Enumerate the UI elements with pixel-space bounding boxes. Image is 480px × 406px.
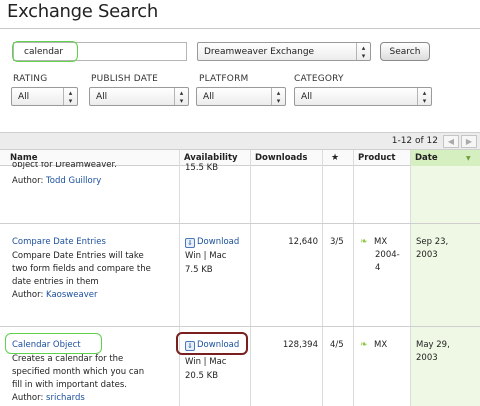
product-cell: ❧ MX bbox=[360, 236, 387, 249]
column-product[interactable]: Product bbox=[358, 151, 396, 165]
description-line: Compare Date Entries will take bbox=[12, 251, 144, 261]
product-line: 2004- bbox=[375, 250, 400, 260]
author-line: Author: Kaosweaver bbox=[12, 289, 97, 302]
results-bar: 1-12 of 12 ◀ ▶ bbox=[0, 132, 480, 150]
row-divider bbox=[0, 223, 480, 224]
platform-select-value: All bbox=[203, 92, 215, 102]
updown-arrow-icon: ▴ ▾ bbox=[174, 88, 188, 105]
download-highlight bbox=[176, 332, 248, 355]
description-line: Creates a calendar for the bbox=[12, 354, 124, 364]
author-label: Author: bbox=[12, 393, 44, 403]
product-line: 4 bbox=[375, 263, 381, 273]
column-downloads[interactable]: Downloads bbox=[255, 151, 307, 165]
file-size: 7.5 KB bbox=[185, 265, 213, 275]
search-input-highlight bbox=[12, 41, 78, 62]
author-line: Author: srichards bbox=[12, 392, 85, 405]
publish-date-select-value: All bbox=[96, 92, 108, 102]
page-title: Exchange Search bbox=[7, 1, 159, 22]
description-line: specified month which you can bbox=[12, 367, 145, 377]
downloads-count: 128,394 bbox=[282, 340, 318, 350]
product-cell: ❧ MX bbox=[360, 339, 387, 352]
description-line: fill in with important dates. bbox=[12, 380, 127, 390]
leaf-icon: ❧ bbox=[360, 340, 368, 350]
platform-select[interactable]: All ▴ ▾ bbox=[196, 87, 286, 106]
platform: Win | Mac bbox=[185, 251, 227, 261]
product-line: MX bbox=[374, 340, 388, 350]
updown-arrow-icon: ▴ ▾ bbox=[63, 88, 77, 105]
publish-date-select[interactable]: All ▴ ▾ bbox=[89, 87, 189, 106]
author-link[interactable]: Kaosweaver bbox=[46, 290, 97, 300]
column-divider bbox=[322, 150, 323, 406]
column-divider bbox=[250, 150, 251, 406]
search-button[interactable]: Search bbox=[380, 42, 430, 61]
download-label: Download bbox=[197, 237, 240, 247]
next-page-button[interactable]: ▶ bbox=[461, 135, 477, 148]
download-link[interactable]: ⇓ Download bbox=[185, 236, 239, 249]
date-line: 2003 bbox=[416, 353, 438, 363]
publish-date-label: PUBLISH DATE bbox=[91, 74, 159, 84]
date-line: Sep 23, bbox=[416, 237, 449, 247]
rating-select[interactable]: All ▴ ▾ bbox=[11, 87, 78, 106]
date-line: 2003 bbox=[416, 250, 438, 260]
title-divider bbox=[0, 28, 480, 29]
description-tail: object for Dreamweaver. bbox=[12, 162, 117, 169]
description-line: two form fields and compare the bbox=[12, 264, 151, 274]
downloads-count: 12,640 bbox=[288, 237, 318, 247]
rating-select-value: All bbox=[18, 92, 30, 102]
source-select-value: Dreamweaver Exchange bbox=[204, 47, 315, 57]
date-column-background bbox=[410, 150, 480, 406]
product-line: MX bbox=[374, 237, 388, 247]
description-line: date entries in them bbox=[12, 277, 99, 287]
rating-value: 4/5 bbox=[330, 340, 344, 350]
platform: Win | Mac bbox=[185, 357, 227, 367]
author-link[interactable]: Todd Guillory bbox=[46, 176, 101, 186]
item-name-link[interactable]: Compare Date Entries bbox=[12, 236, 106, 249]
rating-label: RATING bbox=[13, 74, 48, 84]
updown-arrow-icon: ▴ ▾ bbox=[417, 88, 431, 105]
date-line: May 29, bbox=[416, 340, 450, 350]
sort-descending-icon: ▼ bbox=[466, 155, 471, 162]
results-count: 1-12 of 12 bbox=[391, 136, 438, 146]
rating-value: 3/5 bbox=[330, 237, 344, 247]
leaf-icon: ❧ bbox=[360, 237, 368, 247]
column-divider bbox=[410, 150, 411, 406]
category-label: CATEGORY bbox=[294, 74, 344, 84]
prev-page-button[interactable]: ◀ bbox=[443, 135, 459, 148]
platform-label: PLATFORM bbox=[199, 74, 249, 84]
column-divider bbox=[353, 150, 354, 406]
author-line: Author: Todd Guillory bbox=[12, 175, 101, 188]
author-link[interactable]: srichards bbox=[46, 393, 85, 403]
item-name-highlight bbox=[5, 333, 102, 354]
updown-arrow-icon: ▴ ▾ bbox=[271, 88, 285, 105]
author-label: Author: bbox=[12, 176, 44, 186]
category-select[interactable]: All ▴ ▾ bbox=[294, 87, 432, 106]
row-divider bbox=[0, 326, 480, 327]
column-date[interactable]: Date bbox=[415, 151, 438, 165]
category-select-value: All bbox=[301, 92, 313, 102]
column-rating-star-icon[interactable]: ★ bbox=[331, 151, 339, 165]
author-label: Author: bbox=[12, 290, 44, 300]
updown-arrow-icon: ▴ ▾ bbox=[356, 43, 370, 60]
source-select[interactable]: Dreamweaver Exchange ▴ ▾ bbox=[197, 42, 371, 61]
file-size: 15.5 KB bbox=[185, 163, 219, 173]
file-size: 20.5 KB bbox=[185, 371, 219, 381]
column-divider bbox=[179, 150, 180, 406]
download-arrow-icon: ⇓ bbox=[185, 238, 195, 248]
